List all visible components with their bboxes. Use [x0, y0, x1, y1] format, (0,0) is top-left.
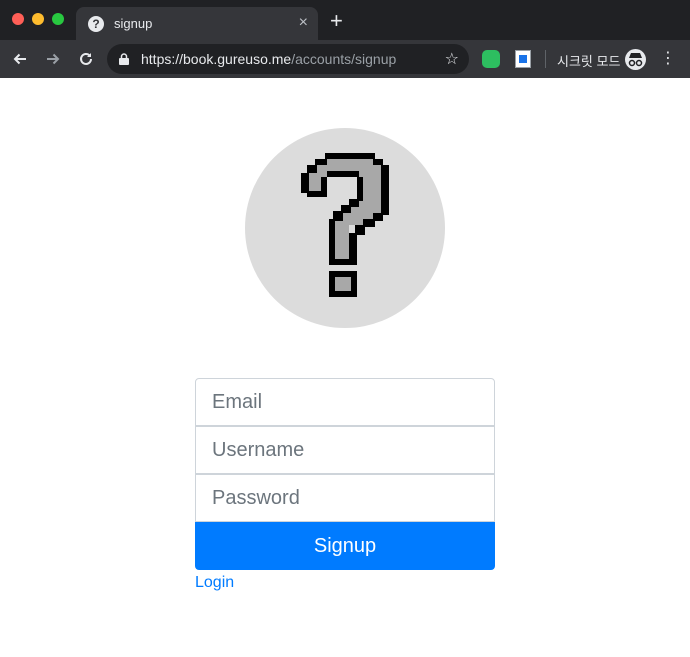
arrow-left-icon[interactable]	[9, 48, 31, 70]
lock-icon	[119, 53, 129, 65]
signup-button[interactable]: Signup	[195, 522, 495, 570]
browser-toolbar: https://book.gureuso.me/accounts/signup …	[0, 40, 690, 78]
question-mark-pixel-icon	[301, 153, 389, 297]
email-field[interactable]	[195, 378, 495, 426]
close-window-button[interactable]	[12, 13, 24, 25]
avatar	[245, 128, 445, 328]
more-vertical-icon[interactable]: ⋮	[660, 49, 676, 69]
arrow-right-icon[interactable]	[42, 48, 64, 70]
tab-title: signup	[114, 16, 153, 31]
tab-signup[interactable]: ? signup ×	[76, 7, 318, 40]
new-tab-button[interactable]: +	[330, 10, 343, 32]
toolbar-divider	[545, 50, 546, 68]
favicon-icon: ?	[88, 16, 104, 32]
url-path: /accounts/signup	[291, 51, 397, 67]
username-field[interactable]	[195, 426, 495, 474]
incognito-icon[interactable]	[625, 49, 646, 70]
password-field[interactable]	[195, 474, 495, 522]
login-link[interactable]: Login	[195, 574, 234, 592]
signup-form: Signup Login	[195, 378, 495, 592]
star-icon[interactable]: ☆	[445, 49, 459, 69]
close-icon[interactable]: ×	[299, 14, 308, 32]
evernote-icon[interactable]	[482, 50, 500, 68]
address-bar[interactable]: https://book.gureuso.me/accounts/signup …	[107, 44, 469, 74]
minimize-window-button[interactable]	[32, 13, 44, 25]
extension-icon[interactable]	[515, 50, 531, 68]
signup-page: Signup Login	[0, 78, 690, 657]
url-text: https://book.gureuso.me/accounts/signup	[141, 51, 396, 67]
reload-icon[interactable]	[75, 48, 97, 70]
url-host: https://book.gureuso.me	[141, 51, 292, 67]
incognito-label: 시크릿 모드	[557, 54, 621, 69]
maximize-window-button[interactable]	[52, 13, 64, 25]
tab-strip: ? signup × +	[0, 0, 690, 40]
browser-chrome: ? signup × + https://book.gureuso.me/acc…	[0, 0, 690, 78]
